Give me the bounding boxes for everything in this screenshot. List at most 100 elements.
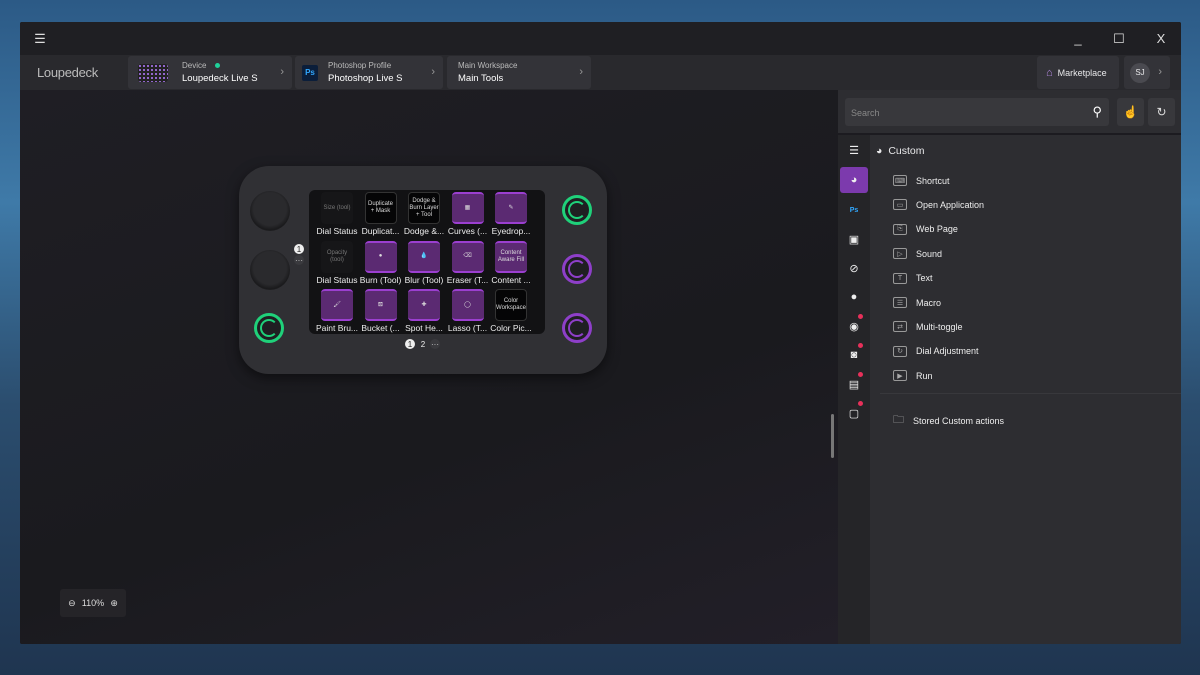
key-label: Content ... [491, 274, 531, 285]
marketplace-button[interactable]: ⌂ Marketplace [1037, 56, 1119, 89]
menu-icon[interactable]: ☰ [20, 22, 60, 55]
stored-custom-actions[interactable]: 🗀 Stored Custom actions [893, 411, 1004, 430]
key-label: Burn (Tool) [359, 274, 402, 285]
zoom-in-icon[interactable]: ⊕ [110, 598, 118, 609]
section-title: Custom [888, 145, 925, 157]
close-button[interactable]: X [1141, 22, 1181, 55]
touch-key[interactable]: Dodge & Burn Layer + Tool Dodge &... [402, 192, 446, 240]
key-face: ⛾ [364, 289, 397, 321]
action-label: Dial Adjustment [916, 346, 979, 357]
page-1-button[interactable]: 1 [405, 339, 415, 349]
round-button-right-2[interactable] [562, 254, 592, 284]
chevron-right-icon: › [431, 66, 435, 78]
action-label: Shortcut [916, 175, 950, 186]
twitch-icon[interactable]: ▢ [840, 400, 868, 426]
action-item[interactable]: ▷ Sound [893, 248, 943, 260]
settings-sliders-icon[interactable]: ☰ [840, 137, 868, 163]
dial-bottom-left[interactable] [250, 250, 290, 290]
key-label: Duplicat... [361, 226, 400, 236]
zoom-control: ⊖ 110% ⊕ [60, 589, 126, 617]
stored-label: Stored Custom actions [913, 415, 1005, 426]
canvas-scrollbar[interactable] [831, 414, 834, 458]
action-item[interactable]: T Text [893, 272, 933, 284]
action-item[interactable]: ↻ Dial Adjustment [893, 345, 979, 357]
action-item[interactable]: ⇄ Multi-toggle [893, 321, 963, 333]
chevron-right-icon: › [579, 66, 583, 78]
header-bar: Loupedeck Device Loupedeck Live S › Ps P… [20, 55, 1181, 90]
touch-key[interactable]: ◯ Lasso (T... [446, 289, 490, 337]
round-button-right-1[interactable] [562, 195, 592, 225]
workspace-selector[interactable]: Main Workspace Main Tools › [447, 56, 591, 89]
photoshop-category-icon[interactable]: Ps [840, 197, 868, 223]
custom-category-icon[interactable]: ◕ [840, 167, 868, 193]
crumb-label: Device [182, 61, 207, 70]
profile-selector[interactable]: Ps Photoshop Profile Photoshop Live S › [295, 56, 443, 89]
search-icon[interactable]: ⚲ [1092, 104, 1102, 120]
device-selector[interactable]: Device Loupedeck Live S › [128, 56, 292, 89]
zoom-out-icon[interactable]: ⊖ [68, 598, 76, 609]
key-face: ✚ [408, 289, 440, 321]
store-icon: ⌂ [1046, 66, 1053, 79]
os-category-icon[interactable]: ▣ [840, 226, 868, 252]
action-item[interactable]: ⌨ Shortcut [893, 175, 950, 186]
touch-mode-button[interactable]: ☝ [1117, 98, 1144, 126]
action-item[interactable]: ⎘ Web Page [893, 223, 958, 235]
action-label: Sound [916, 248, 943, 259]
touch-key[interactable]: ▦ Curves (... [446, 192, 490, 240]
connected-status-icon [214, 63, 220, 68]
title-bar: ☰ _ ☐ X [20, 22, 1181, 55]
obs-icon[interactable]: ◙ [840, 342, 868, 368]
touch-key[interactable]: Size (tool) Dial Status [315, 192, 359, 240]
dial-page-indicator[interactable]: 1 [294, 244, 304, 254]
action-icon: ⌨ [893, 175, 907, 186]
round-button-left[interactable] [254, 313, 284, 343]
dial-top-left[interactable] [250, 191, 290, 231]
maximize-button[interactable]: ☐ [1099, 22, 1139, 55]
action-item[interactable]: ☰ Macro [893, 297, 941, 308]
touch-key[interactable]: Color Workspace Color Pic... [489, 289, 533, 337]
search-placeholder: Search [851, 108, 880, 118]
page-2-button[interactable]: 2 [418, 339, 428, 349]
minimize-button[interactable]: _ [1058, 22, 1098, 55]
hand-icon: ☝ [1123, 105, 1138, 119]
key-face: 🖌 [321, 289, 353, 321]
crumb-value: Main Tools [458, 73, 504, 84]
touch-key[interactable]: ✚ Spot He... [402, 289, 446, 337]
compass-icon[interactable]: ⊘ [840, 255, 868, 281]
action-item[interactable]: ▭ Open Application [893, 199, 984, 211]
touch-key[interactable]: ⌫ Eraser (T... [446, 240, 490, 289]
folder-icon: 🗀 [893, 414, 904, 426]
touch-key[interactable]: 💧 Blur (Tool) [402, 240, 446, 289]
crumb-value: Photoshop Live S [328, 73, 403, 84]
touch-screen: Size (tool) Dial Status Duplicate + Mask Du… [309, 190, 545, 334]
action-icon: ⎘ [893, 223, 907, 235]
action-item[interactable]: ▶ Run [893, 370, 933, 382]
round-button-right-3[interactable] [562, 313, 592, 343]
key-label: Curves (... [447, 226, 488, 236]
action-icon: ☰ [893, 297, 907, 308]
key-face: ⌫ [451, 240, 484, 273]
spotify-icon[interactable]: ● [840, 284, 868, 310]
touch-key[interactable]: ● Burn (Tool) [359, 240, 403, 289]
crumb-label: Photoshop Profile [328, 61, 392, 70]
account-button[interactable]: SJ › [1124, 56, 1170, 89]
zoom-level: 110% [81, 598, 105, 608]
action-label: Multi-toggle [916, 321, 963, 332]
search-input[interactable]: Search ⚲ [845, 98, 1109, 126]
touch-key[interactable]: Content Aware Fill Content ... [489, 240, 533, 289]
avatar: SJ [1130, 62, 1150, 83]
page-more-button[interactable]: ··· [430, 339, 440, 349]
key-label: Eyedrop... [491, 226, 531, 236]
key-label: Eraser (T... [446, 274, 489, 285]
chrome-icon[interactable]: ◉ [840, 313, 868, 339]
refresh-button[interactable]: ↻ [1148, 98, 1175, 126]
streamlabs-icon[interactable]: ▤ [840, 371, 868, 397]
touch-key[interactable]: Duplicate + Mask Duplicat... [359, 192, 403, 240]
action-label: Web Page [916, 224, 958, 235]
touch-key[interactable]: 🖌 Paint Bru... [315, 289, 359, 337]
touch-key[interactable]: Opacity (tool) Dial Status [315, 240, 359, 289]
touch-key[interactable]: ✎ Eyedrop... [489, 192, 533, 240]
action-label: Run [916, 370, 933, 381]
touch-key[interactable]: ⛾ Bucket (... [359, 289, 403, 337]
dial-page-more[interactable]: ··· [294, 255, 304, 265]
